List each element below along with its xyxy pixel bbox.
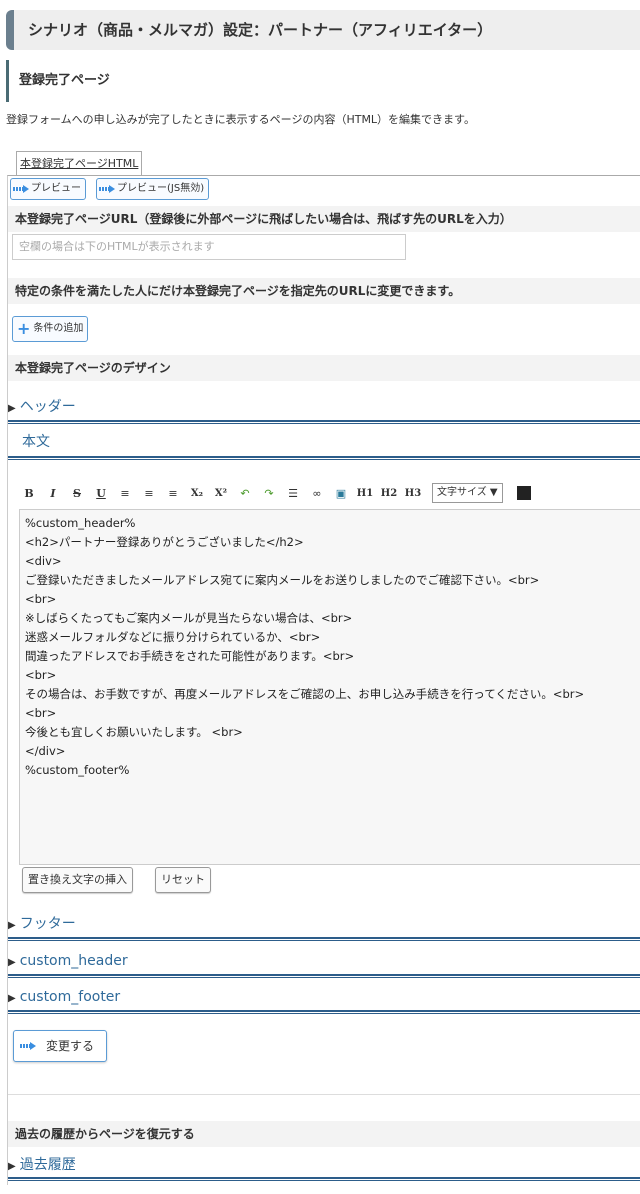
- h3-button[interactable]: H3: [404, 488, 422, 499]
- accordion-footer-label: フッター: [19, 916, 76, 932]
- accordion-footer[interactable]: ▶ フッター: [8, 910, 640, 938]
- divider: [8, 974, 640, 978]
- align-center-icon[interactable]: ≡: [140, 487, 158, 500]
- html-editor[interactable]: %custom_header% <h2>パートナー登録ありがとうございました</h…: [19, 509, 640, 865]
- divider: [8, 1177, 640, 1181]
- preview-button-label: プレビュー: [31, 183, 81, 194]
- editor-line: 迷惑メールフォルダなどに振り分けられているか、<br>: [25, 630, 321, 644]
- accordion-history-label: 過去履歴: [19, 1157, 76, 1173]
- url-label: 本登録完了ページURL（登録後に外部ページに飛ばしたい場合は、飛ばす先のURLを…: [8, 206, 640, 232]
- image-icon[interactable]: ▣: [332, 487, 350, 500]
- font-size-select[interactable]: 文字サイズ ▼: [432, 483, 503, 503]
- subscript-button[interactable]: X₂: [188, 488, 206, 499]
- editor-line: 間違ったアドレスでお手続きをされた可能性があります。<br>: [25, 649, 355, 663]
- accordion-custom-footer-label: custom_footer: [19, 989, 121, 1005]
- align-right-icon[interactable]: ≡: [164, 487, 182, 500]
- redo-icon[interactable]: ↷: [260, 487, 278, 500]
- editor-line: 今後とも宜しくお願いいたします。 <br>: [25, 725, 243, 739]
- accordion-custom-footer[interactable]: ▶ custom_footer: [8, 983, 640, 1011]
- accordion-body[interactable]: 本文: [8, 428, 640, 456]
- triangle-right-icon: ▶: [8, 993, 16, 1004]
- section-title: 登録完了ページ: [6, 60, 640, 102]
- editor-line: <br>: [25, 592, 57, 606]
- preview-nojs-button-label: プレビュー(JS無効): [117, 183, 205, 194]
- editor-line: <br>: [25, 706, 57, 720]
- editor-line: <br>: [25, 668, 57, 682]
- submit-button[interactable]: 変更する: [13, 1030, 107, 1062]
- condition-label: 特定の条件を満たした人にだけ本登録完了ページを指定先のURLに変更できます。: [8, 278, 640, 304]
- superscript-button[interactable]: X²: [212, 488, 230, 499]
- triangle-right-icon: ▶: [8, 957, 16, 968]
- arrow-right-icon: [13, 185, 29, 193]
- page-description: 登録フォームへの申し込みが完了したときに表示するページの内容（HTML）を編集で…: [6, 113, 475, 126]
- plus-icon: +: [17, 319, 31, 338]
- underline-button[interactable]: U: [92, 487, 110, 500]
- editor-line: ※しばらくたってもご案内メールが見当たらない場合は、<br>: [25, 611, 353, 625]
- accordion-body-label: 本文: [22, 434, 50, 450]
- submit-button-label: 変更する: [46, 1039, 95, 1053]
- h2-button[interactable]: H2: [380, 488, 398, 499]
- editor-line: <div>: [25, 554, 62, 568]
- editor-line: %custom_footer%: [25, 763, 130, 777]
- accordion-custom-header[interactable]: ▶ custom_header: [8, 947, 640, 975]
- text-color-button[interactable]: [516, 486, 531, 500]
- divider: [8, 420, 640, 424]
- link-icon[interactable]: ∞: [308, 487, 326, 500]
- reset-button[interactable]: リセット: [155, 867, 211, 893]
- hr-icon[interactable]: ☰: [284, 487, 302, 500]
- accordion-custom-header-label: custom_header: [19, 953, 128, 969]
- editor-line: ご登録いただきましたメールアドレス宛てに案内メールをお送りしましたのでご確認下さ…: [25, 573, 540, 587]
- strike-button[interactable]: S: [68, 487, 86, 500]
- arrow-right-icon: [99, 185, 115, 193]
- editor-line: </div>: [25, 744, 66, 758]
- h1-button[interactable]: H1: [356, 488, 374, 499]
- triangle-right-icon: ▶: [8, 1161, 16, 1172]
- accordion-header[interactable]: ▶ ヘッダー: [8, 393, 640, 421]
- divider: [8, 1010, 640, 1014]
- page-title: シナリオ（商品・メルマガ）設定：パートナー（アフィリエイター）: [6, 10, 640, 50]
- triangle-right-icon: ▶: [8, 920, 16, 931]
- editor-toolbar: B I S U ≡ ≡ ≡ X₂ X² ↶ ↷ ☰ ∞ ▣ H1 H2 H3 文…: [20, 482, 531, 504]
- editor-line: その場合は、お手数ですが、再度メールアドレスをご確認の上、お申し込み手続きを行っ…: [25, 687, 585, 701]
- add-condition-label: 条件の追加: [33, 323, 84, 334]
- design-label: 本登録完了ページのデザイン: [8, 355, 640, 381]
- divider: [8, 456, 640, 460]
- divider: [8, 937, 640, 941]
- completion-url-input[interactable]: 空欄の場合は下のHTMLが表示されます: [12, 234, 406, 260]
- preview-button[interactable]: プレビュー: [10, 178, 86, 200]
- divider: [8, 1094, 640, 1095]
- undo-icon[interactable]: ↶: [236, 487, 254, 500]
- editor-line: <h2>パートナー登録ありがとうございました</h2>: [25, 535, 304, 549]
- arrow-right-icon: [20, 1042, 42, 1050]
- accordion-header-label: ヘッダー: [19, 399, 76, 415]
- editor-line: %custom_header%: [25, 516, 136, 530]
- bold-button[interactable]: B: [20, 487, 38, 500]
- tab-completion-html[interactable]: 本登録完了ページHTML: [16, 151, 143, 176]
- insert-placeholder-button[interactable]: 置き換え文字の挿入: [22, 867, 133, 893]
- align-left-icon[interactable]: ≡: [116, 487, 134, 500]
- add-condition-button[interactable]: + 条件の追加: [12, 316, 89, 342]
- accordion-history[interactable]: ▶ 過去履歴: [8, 1151, 640, 1179]
- italic-button[interactable]: I: [44, 487, 62, 500]
- preview-nojs-button[interactable]: プレビュー(JS無効): [96, 178, 210, 200]
- triangle-right-icon: ▶: [8, 403, 16, 414]
- restore-label: 過去の履歴からページを復元する: [8, 1121, 640, 1147]
